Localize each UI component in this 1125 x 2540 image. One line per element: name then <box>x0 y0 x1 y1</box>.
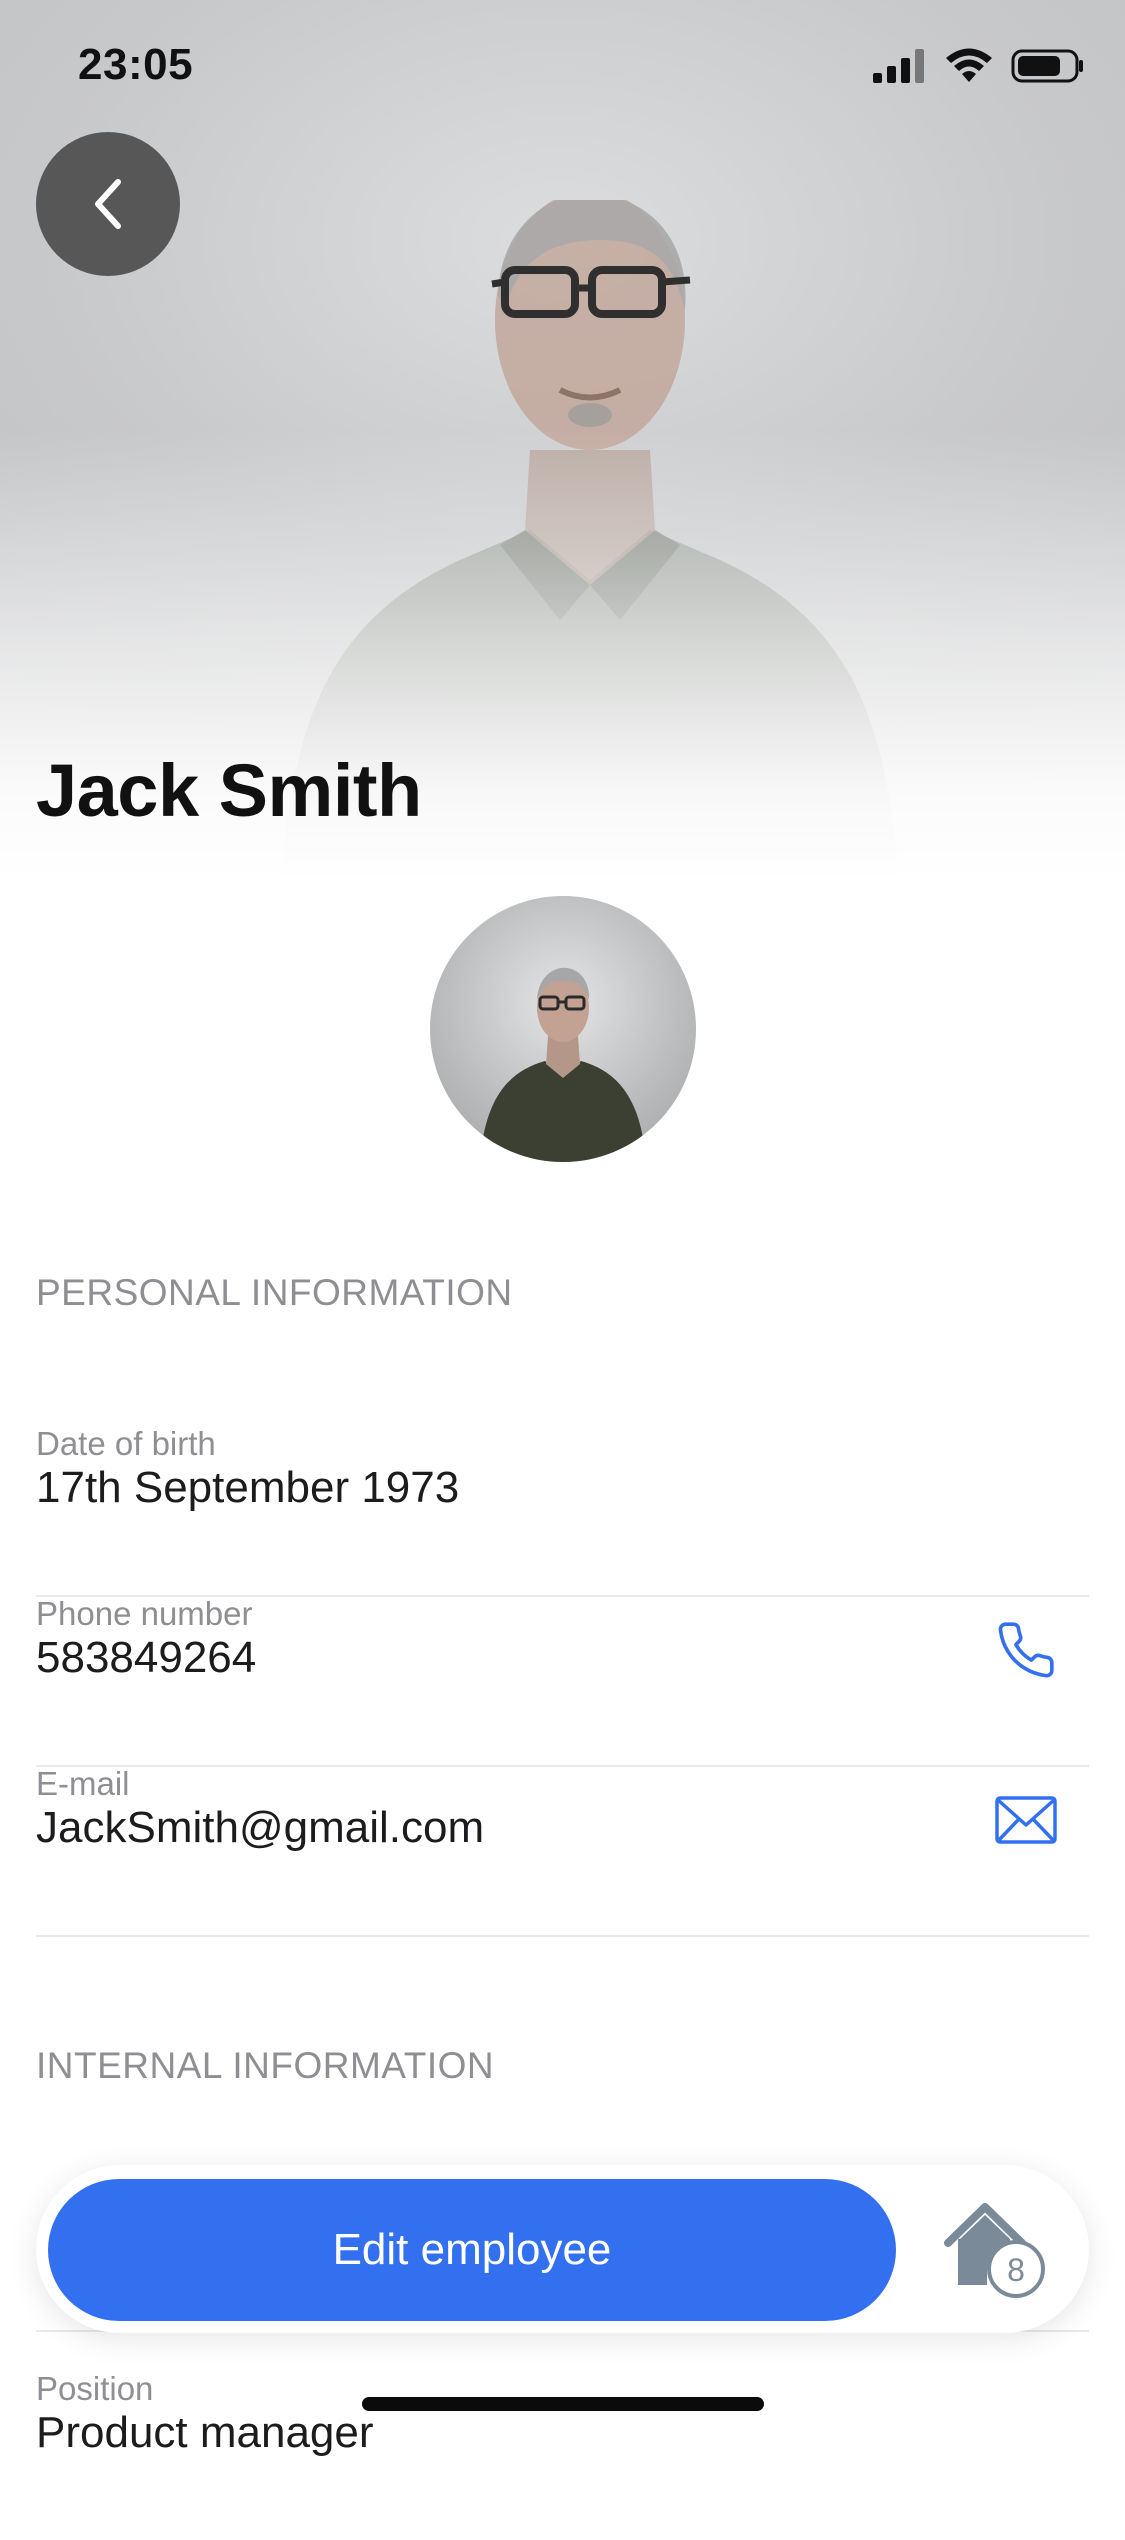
mail-icon <box>995 1796 1057 1844</box>
wifi-icon <box>946 48 992 82</box>
field-label: E-mail <box>36 1765 130 1802</box>
home-button[interactable]: 8 <box>943 2195 1053 2305</box>
back-button[interactable] <box>36 132 180 276</box>
field-label: Position <box>36 2370 154 2407</box>
battery-icon <box>1011 49 1083 83</box>
field-position: Position Product manager <box>36 2370 1089 2540</box>
field-phone-number: Phone number 583849264 <box>36 1595 1089 1767</box>
field-value: 17th September 1973 <box>36 1463 460 1512</box>
status-time: 23:05 <box>78 40 194 89</box>
home-indicator <box>362 2397 764 2411</box>
cellular-signal-icon <box>873 49 924 83</box>
personal-info-title: PERSONAL INFORMATION <box>36 1272 513 1313</box>
home-badge-count: 8 <box>1007 2252 1025 2288</box>
internal-info-title: INTERNAL INFORMATION <box>36 2045 495 2086</box>
field-value[interactable]: JackSmith@gmail.com <box>36 1803 484 1853</box>
avatar-photo <box>480 967 646 1162</box>
edit-employee-button[interactable]: Edit employee <box>48 2179 896 2321</box>
status-bar: 23:05 <box>0 0 1125 130</box>
status-icons <box>873 48 1085 84</box>
home-icon: 8 <box>944 2203 1045 2298</box>
email-button[interactable] <box>991 1785 1061 1855</box>
field-value[interactable]: 583849264 <box>36 1633 256 1683</box>
bottom-action-bar: Edit employee 8 <box>36 2165 1089 2333</box>
field-label: Date of birth <box>36 1425 216 1462</box>
field-date-of-birth: Date of birth 17th September 1973 <box>36 1425 1089 1597</box>
field-value: Product manager <box>36 2408 374 2457</box>
phone-icon <box>998 1622 1054 1678</box>
employee-name: Jack Smith <box>36 749 422 832</box>
field-label: Phone number <box>36 1595 253 1632</box>
field-email: E-mail JackSmith@gmail.com <box>36 1765 1089 1937</box>
avatar[interactable] <box>430 896 696 1162</box>
call-button[interactable] <box>991 1615 1061 1685</box>
chevron-left-icon <box>95 179 121 229</box>
